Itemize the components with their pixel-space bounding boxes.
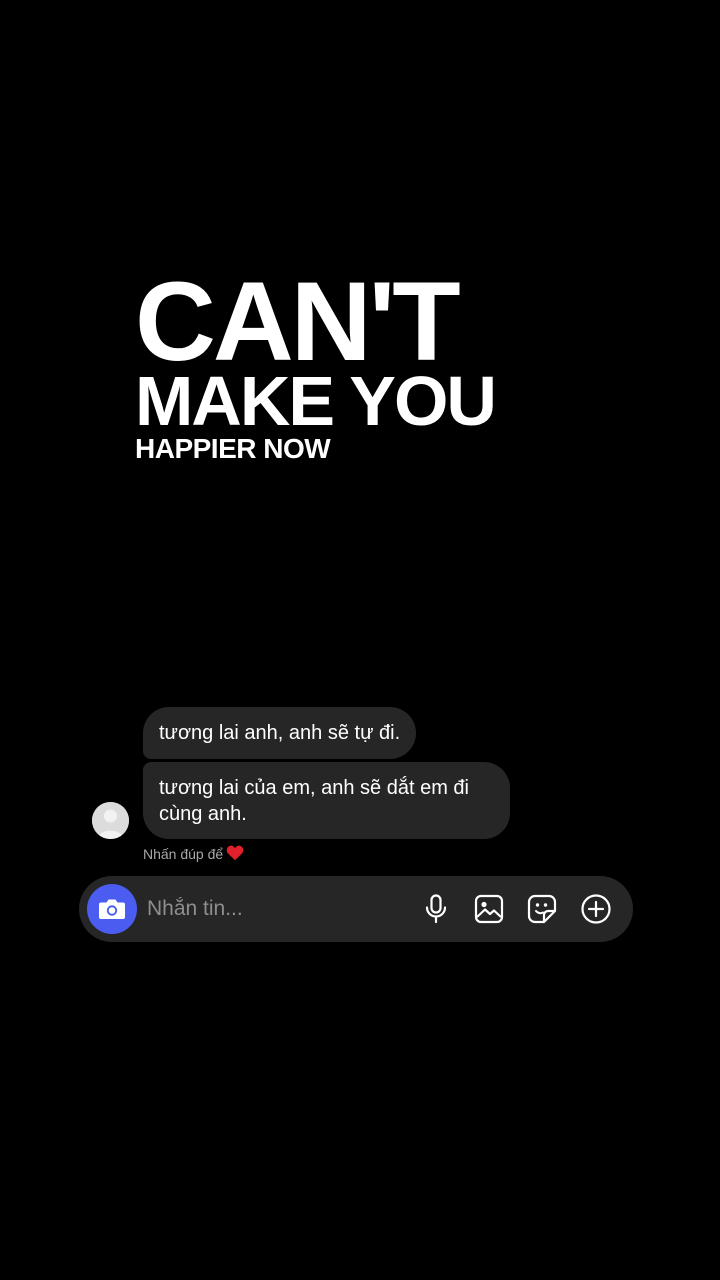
- title-line-make-you: MAKE YOU: [135, 362, 497, 440]
- microphone-button[interactable]: [420, 893, 452, 925]
- message-composer: [79, 876, 633, 942]
- title-block: CAN'T MAKE YOU HAPPIER NOW: [135, 259, 555, 466]
- avatar[interactable]: [92, 802, 129, 839]
- heart-icon: [226, 845, 244, 865]
- default-avatar-icon: [92, 802, 129, 839]
- microphone-icon: [425, 894, 447, 924]
- sticker-icon: [527, 894, 557, 924]
- gallery-icon: [474, 894, 504, 924]
- more-options-button[interactable]: [580, 893, 612, 925]
- camera-icon: [99, 899, 125, 919]
- title-line-cant: CAN'T: [135, 259, 461, 384]
- double-tap-hint: Nhấn đúp để: [143, 845, 244, 865]
- sticker-button[interactable]: [526, 893, 558, 925]
- gallery-button[interactable]: [473, 893, 505, 925]
- message-bubble[interactable]: tương lai của em, anh sẽ dắt em đi cùng …: [143, 762, 510, 839]
- message-input[interactable]: [147, 894, 407, 924]
- double-tap-hint-text: Nhấn đúp để: [143, 846, 224, 862]
- message-bubble[interactable]: tương lai anh, anh sẽ tự đi.: [143, 707, 417, 759]
- plus-circle-icon: [581, 894, 611, 924]
- camera-button[interactable]: [87, 884, 137, 934]
